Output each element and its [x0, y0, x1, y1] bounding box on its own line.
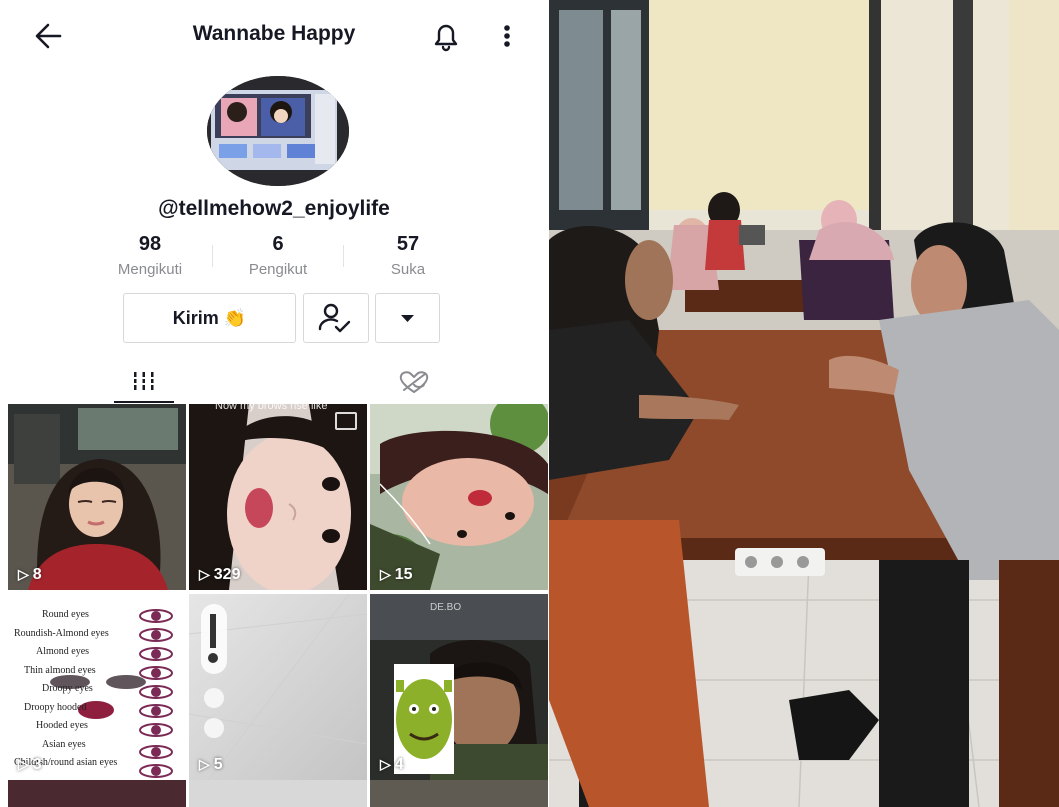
following-status-button[interactable] [303, 293, 369, 343]
eye-type-label: Asian eyes [42, 738, 86, 750]
view-count: ▷ 5 [199, 756, 223, 773]
active-tab-indicator [114, 401, 174, 403]
video-thumbnail[interactable] [189, 780, 367, 807]
video-thumbnail[interactable]: Round eyes Roundish-Almond eyes Almond e… [8, 594, 186, 780]
eye-type-label: Hooded eyes [36, 720, 88, 731]
video-thumbnail[interactable]: ▷ 15 [370, 404, 548, 590]
photo-text: DE.BO [430, 602, 462, 613]
profile-screen: Wannabe Happy @tellmehow2_enjoylife 98 M… [0, 0, 548, 807]
following-label: Mengikuti [117, 261, 183, 278]
view-count: ▷ 15 [380, 566, 413, 583]
eye-type-label: Roundish-Almond eyes [14, 627, 109, 639]
eye-type-label: Droopy eyes [42, 683, 93, 694]
profile-tabs [0, 360, 548, 404]
avatar[interactable] [207, 76, 349, 186]
stat-following[interactable]: 98 Mengikuti [100, 233, 200, 278]
tab-liked[interactable] [392, 364, 436, 398]
eye-type-label: Thin almond eyes [24, 664, 96, 676]
grid-icon [132, 372, 156, 390]
profile-handle: @tellmehow2_enjoylife [158, 197, 390, 220]
likes-label: Suka [390, 261, 426, 278]
video-thumbnail[interactable]: Now my brows rise like ▷ 329 [189, 404, 367, 590]
more-options-icon[interactable] [492, 16, 522, 56]
image-icon [335, 412, 357, 430]
heart-hidden-icon [399, 371, 429, 393]
view-count: ▷ 4 [380, 756, 404, 773]
video-caption: Now my brows rise like [215, 404, 328, 412]
video-grid: ▷ 8 Now my brows rise like ▷ 329 ▷ 15 Ro… [8, 404, 548, 807]
stat-followers[interactable]: 6 Pengikut [228, 233, 328, 278]
view-count: ▷ 3 [18, 756, 42, 773]
tab-videos[interactable] [114, 360, 174, 404]
interview-photo [549, 0, 1059, 807]
video-thumbnail[interactable] [370, 780, 548, 807]
caret-down-icon [401, 315, 414, 322]
view-count: ▷ 329 [199, 566, 241, 583]
user-check-icon [318, 303, 351, 333]
video-thumbnail[interactable] [8, 780, 186, 807]
suggestions-dropdown-button[interactable] [375, 293, 440, 343]
stat-divider [212, 245, 213, 267]
view-count: ▷ 8 [18, 566, 42, 583]
eye-type-label: Round eyes [42, 609, 89, 620]
stat-divider [343, 245, 344, 267]
eye-type-list: Round eyes Roundish-Almond eyes Almond e… [14, 606, 117, 773]
eye-type-label: Droopy hooded [24, 701, 87, 713]
profile-stats: 98 Mengikuti 6 Pengikut 57 Suka [100, 233, 450, 283]
eye-type-label: Almond eyes [36, 646, 90, 657]
followers-label: Pengikut [248, 261, 308, 278]
video-thumbnail[interactable]: DE.BO ▷ 4 [370, 594, 548, 780]
video-thumbnail[interactable]: ▷ 5 [189, 594, 367, 780]
bell-icon[interactable] [426, 16, 466, 56]
following-count: 98 [138, 233, 162, 255]
stat-likes[interactable]: 57 Suka [358, 233, 458, 278]
video-thumbnail[interactable]: ▷ 8 [8, 404, 186, 590]
followers-count: 6 [272, 233, 284, 255]
message-button[interactable]: Kirim 👏 [123, 293, 296, 343]
likes-count: 57 [396, 233, 420, 255]
top-bar: Wannabe Happy [0, 0, 548, 72]
